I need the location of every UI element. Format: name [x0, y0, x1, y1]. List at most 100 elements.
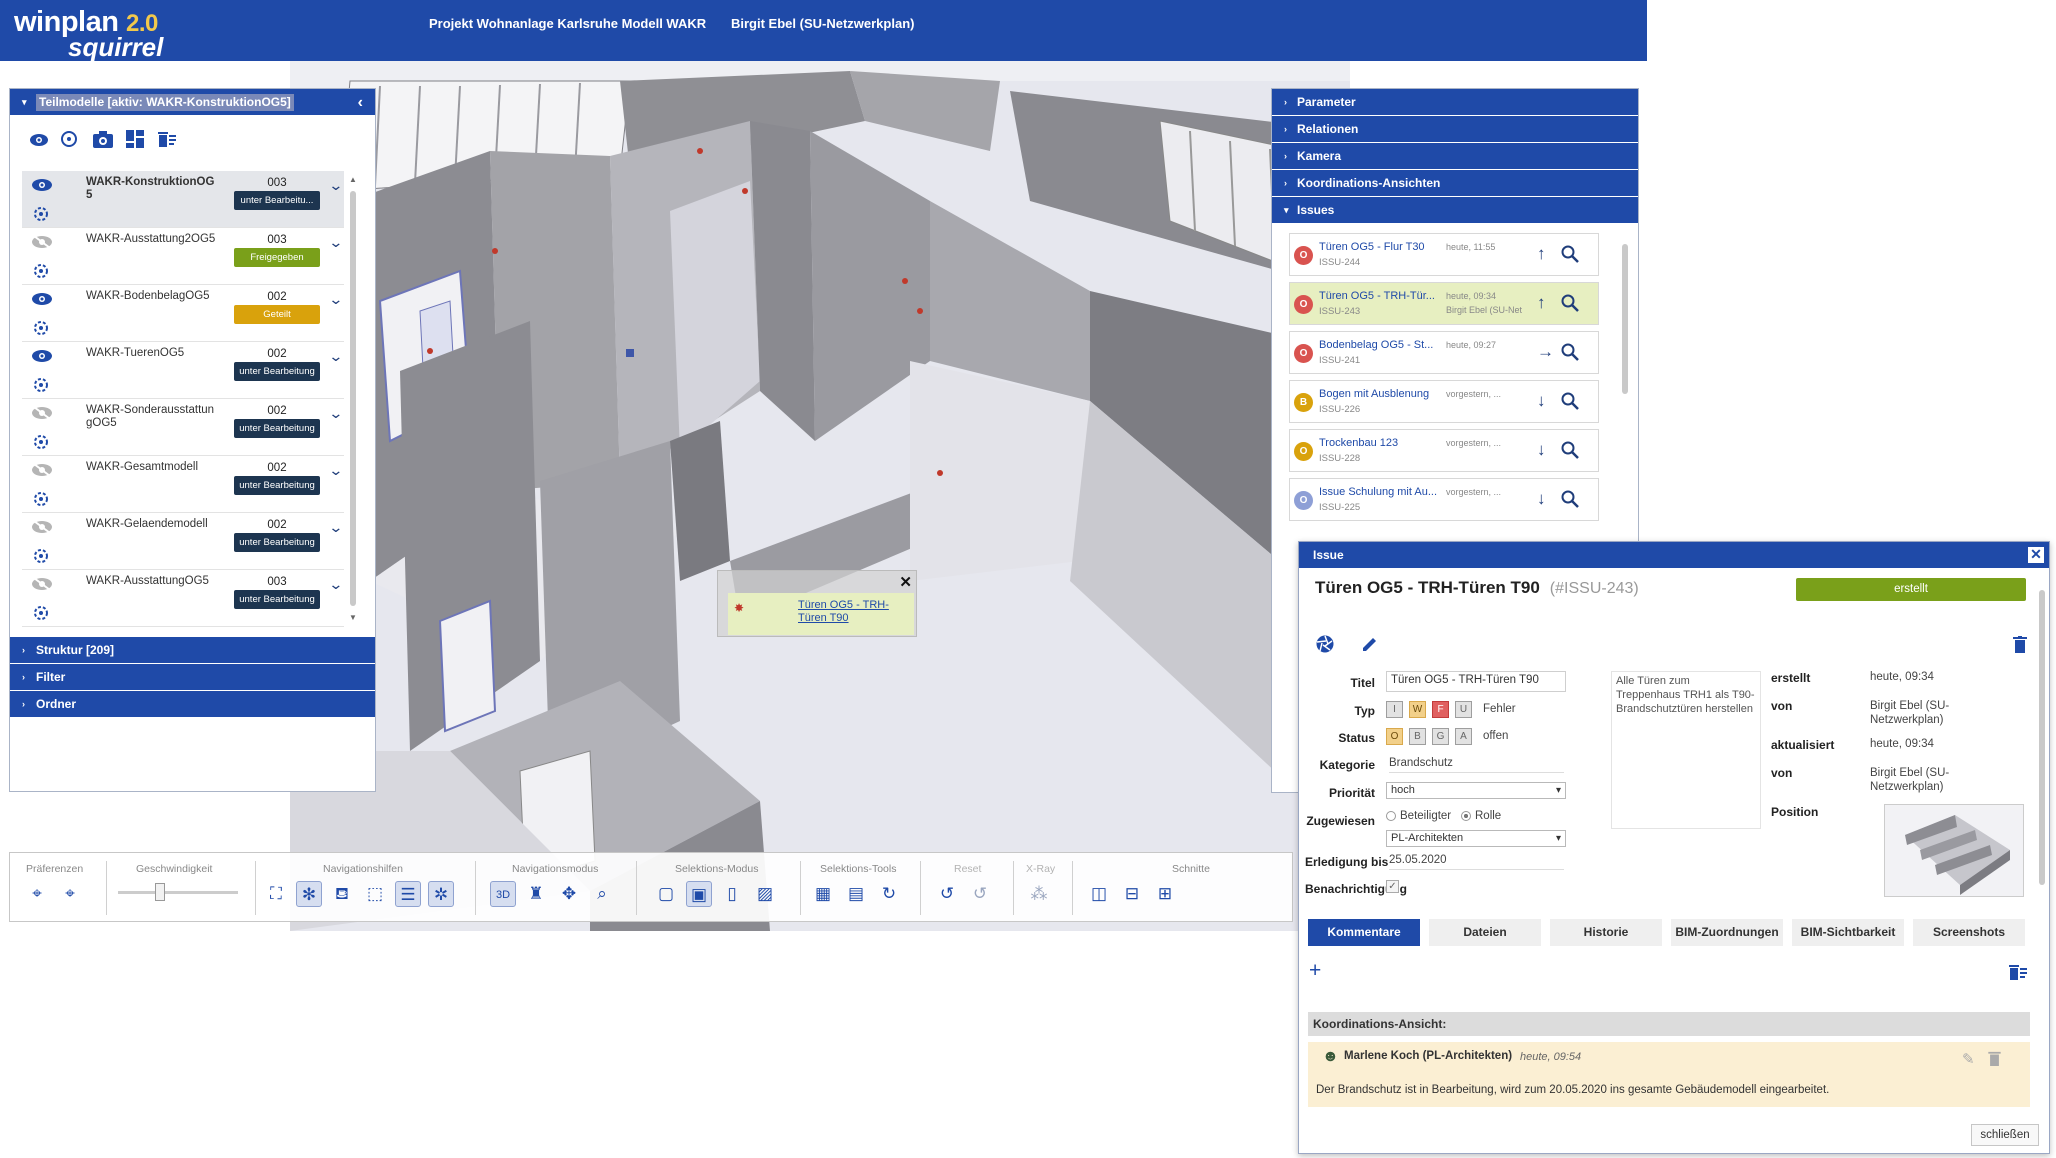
fit-view-icon[interactable]: ⛶: [263, 881, 289, 907]
section-parameter[interactable]: › Parameter: [1272, 89, 1638, 116]
issue-item[interactable]: B Bogen mit Ausblenung ISSU-226 vorgeste…: [1289, 380, 1599, 423]
typ-chip-f[interactable]: F: [1432, 701, 1449, 718]
radio-rolle[interactable]: [1461, 811, 1471, 821]
issue-item[interactable]: O Issue Schulung mit Au... ISSU-225 vorg…: [1289, 478, 1599, 521]
aperture-icon[interactable]: ✲: [428, 881, 454, 907]
zugewiesen-select[interactable]: PL-Architekten: [1386, 830, 1566, 847]
typ-chip-i[interactable]: I: [1386, 701, 1403, 718]
edit-comment-icon[interactable]: ✎: [1962, 1050, 1975, 1068]
chevron-down-icon[interactable]: ⌄: [328, 576, 343, 593]
issue-title[interactable]: Trockenbau 123: [1319, 437, 1444, 449]
zoom-to-issue-icon[interactable]: [1560, 342, 1580, 362]
issue-item[interactable]: O Bodenbelag OG5 - St... ISSU-241 heute,…: [1289, 331, 1599, 374]
layout-grid-icon[interactable]: [124, 129, 146, 151]
issue-title[interactable]: Türen OG5 - TRH-Tür...: [1319, 290, 1444, 302]
scroll-thumb[interactable]: [350, 191, 356, 606]
chevron-down-icon[interactable]: ⌄: [328, 462, 343, 479]
issue-title[interactable]: Issue Schulung mit Au...: [1319, 486, 1444, 498]
eye-hidden-icon[interactable]: [31, 577, 53, 591]
tab-historie[interactable]: Historie: [1550, 919, 1662, 946]
model-list-scrollbar[interactable]: ▲ ▼: [348, 175, 358, 625]
speed-slider-handle[interactable]: [155, 883, 165, 901]
select-image-icon[interactable]: ▨: [752, 881, 778, 907]
delete-comment-icon[interactable]: [1988, 1051, 2001, 1066]
delete-list-icon[interactable]: [2008, 963, 2028, 981]
eye-hidden-icon[interactable]: [31, 463, 53, 477]
zoom-to-model-icon[interactable]: [31, 318, 51, 338]
eye-icon[interactable]: [31, 349, 53, 363]
description-textarea[interactable]: Alle Türen zum Treppenhaus TRH1 als T90-…: [1611, 671, 1761, 829]
section-issues[interactable]: ▾ Issues: [1272, 197, 1638, 224]
issue-item[interactable]: O Türen OG5 - TRH-Tür... ISSU-243 heute,…: [1289, 282, 1599, 325]
zoom-to-issue-icon[interactable]: [1560, 244, 1580, 264]
walk-mode-icon[interactable]: ♜: [523, 881, 549, 907]
scroll-up-icon[interactable]: ▲: [349, 175, 357, 184]
visibility-eye-icon[interactable]: [28, 130, 50, 152]
map-pin-plus-icon[interactable]: ⌖: [57, 881, 83, 907]
tab-dateien[interactable]: Dateien: [1429, 919, 1541, 946]
model-row[interactable]: WAKR-BodenbelagOG5 002 Geteilt ⌄: [22, 285, 344, 342]
close-button[interactable]: schließen: [1971, 1124, 2039, 1146]
bounding-box-icon[interactable]: ⬚: [362, 881, 388, 907]
zoom-to-model-icon[interactable]: [31, 261, 51, 281]
tab-bim-sichtbarkeit[interactable]: BIM-Sichtbarkeit: [1792, 919, 1904, 946]
zoom-to-model-icon[interactable]: [31, 603, 51, 623]
titel-input[interactable]: Türen OG5 - TRH-Türen T90: [1386, 671, 1566, 692]
status-chip-g[interactable]: G: [1432, 728, 1449, 745]
zoom-to-model-icon[interactable]: [31, 546, 51, 566]
select-box-icon[interactable]: ▣: [686, 881, 712, 907]
add-comment-icon[interactable]: +: [1309, 959, 1321, 983]
status-chip-o[interactable]: O: [1386, 728, 1403, 745]
kategorie-value[interactable]: Brandschutz: [1389, 757, 1564, 773]
app-logo[interactable]: winplan 2.0 squirrel: [14, 4, 214, 62]
model-row[interactable]: WAKR-AusstattungOG5 003 unter Bearbeitun…: [22, 570, 344, 627]
zoom-to-issue-icon[interactable]: [1560, 440, 1580, 460]
map-pin-icon[interactable]: ⌖: [24, 881, 50, 907]
zoom-to-issue-icon[interactable]: [1560, 293, 1580, 313]
section-filter[interactable]: › Filter: [10, 664, 375, 691]
section-struktur[interactable]: › Struktur [209]: [10, 637, 375, 664]
3d-mode-icon[interactable]: 3D: [490, 881, 516, 907]
koordinations-ansicht-bar[interactable]: Koordinations-Ansicht:: [1308, 1012, 2030, 1036]
user-name[interactable]: Birgit Ebel (SU-Netzwerkplan): [731, 16, 914, 31]
undo-history-icon[interactable]: ↺: [934, 881, 960, 907]
zoom-mode-icon[interactable]: ⌕: [589, 881, 615, 907]
prioritaet-select[interactable]: hoch: [1386, 782, 1566, 799]
issue-item[interactable]: O Trockenbau 123 ISSU-228 vorgestern, ..…: [1289, 429, 1599, 472]
issue-title[interactable]: Türen OG5 - Flur T30: [1319, 241, 1444, 253]
eye-hidden-icon[interactable]: [31, 520, 53, 534]
chevron-down-icon[interactable]: ⌄: [328, 519, 343, 536]
select-single-icon[interactable]: ▢: [653, 881, 679, 907]
pan-mode-icon[interactable]: ✥: [556, 881, 582, 907]
model-row[interactable]: WAKR-Ausstattung2OG5 003 Freigegeben ⌄: [22, 228, 344, 285]
section-box-icon[interactable]: ⊞: [1152, 881, 1178, 907]
delete-list-icon[interactable]: [156, 129, 178, 151]
close-icon[interactable]: ✕: [2027, 546, 2045, 564]
section-horizontal-icon[interactable]: ⊟: [1119, 881, 1145, 907]
model-row[interactable]: WAKR-KonstruktionOG5 003 unter Bearbeitu…: [22, 171, 344, 228]
benachrichtigung-checkbox[interactable]: ✓: [1386, 880, 1399, 893]
collapse-panel-icon[interactable]: ‹: [358, 89, 363, 116]
scroll-thumb[interactable]: [2039, 590, 2045, 885]
project-title[interactable]: Projekt Wohnanlage Karlsruhe Modell WAKR: [429, 16, 706, 31]
zoom-to-model-icon[interactable]: [31, 489, 51, 509]
dialog-header[interactable]: Issue ✕: [1299, 542, 2049, 568]
snowflake-icon[interactable]: ✻: [296, 881, 322, 907]
section-koordinations-ansichten[interactable]: › Koordinations-Ansichten: [1272, 170, 1638, 197]
3d-viewport[interactable]: ✸ Türen OG5 - TRH-Türen T90 ✕: [290, 61, 1350, 931]
chevron-down-icon[interactable]: ⌄: [328, 291, 343, 308]
zoom-to-model-icon[interactable]: [31, 432, 51, 452]
tab-kommentare[interactable]: Kommentare: [1308, 919, 1420, 946]
chevron-down-icon[interactable]: ⌄: [328, 177, 343, 194]
issue-title[interactable]: Bodenbelag OG5 - St...: [1319, 339, 1444, 351]
aperture-icon[interactable]: [1315, 634, 1335, 654]
radio-beteiligter[interactable]: [1386, 811, 1396, 821]
status-chip-a[interactable]: A: [1455, 728, 1472, 745]
zoom-to-model-icon[interactable]: [31, 375, 51, 395]
tab-bim-zuordnungen[interactable]: BIM-Zuordnungen: [1671, 919, 1783, 946]
model-row[interactable]: WAKR-SonderausstattungOG5 002 unter Bear…: [22, 399, 344, 456]
zoom-to-issue-icon[interactable]: [1560, 489, 1580, 509]
dialog-scrollbar[interactable]: [2037, 574, 2047, 1142]
section-ordner[interactable]: › Ordner: [10, 691, 375, 718]
zoom-to-model-icon[interactable]: [31, 204, 51, 224]
